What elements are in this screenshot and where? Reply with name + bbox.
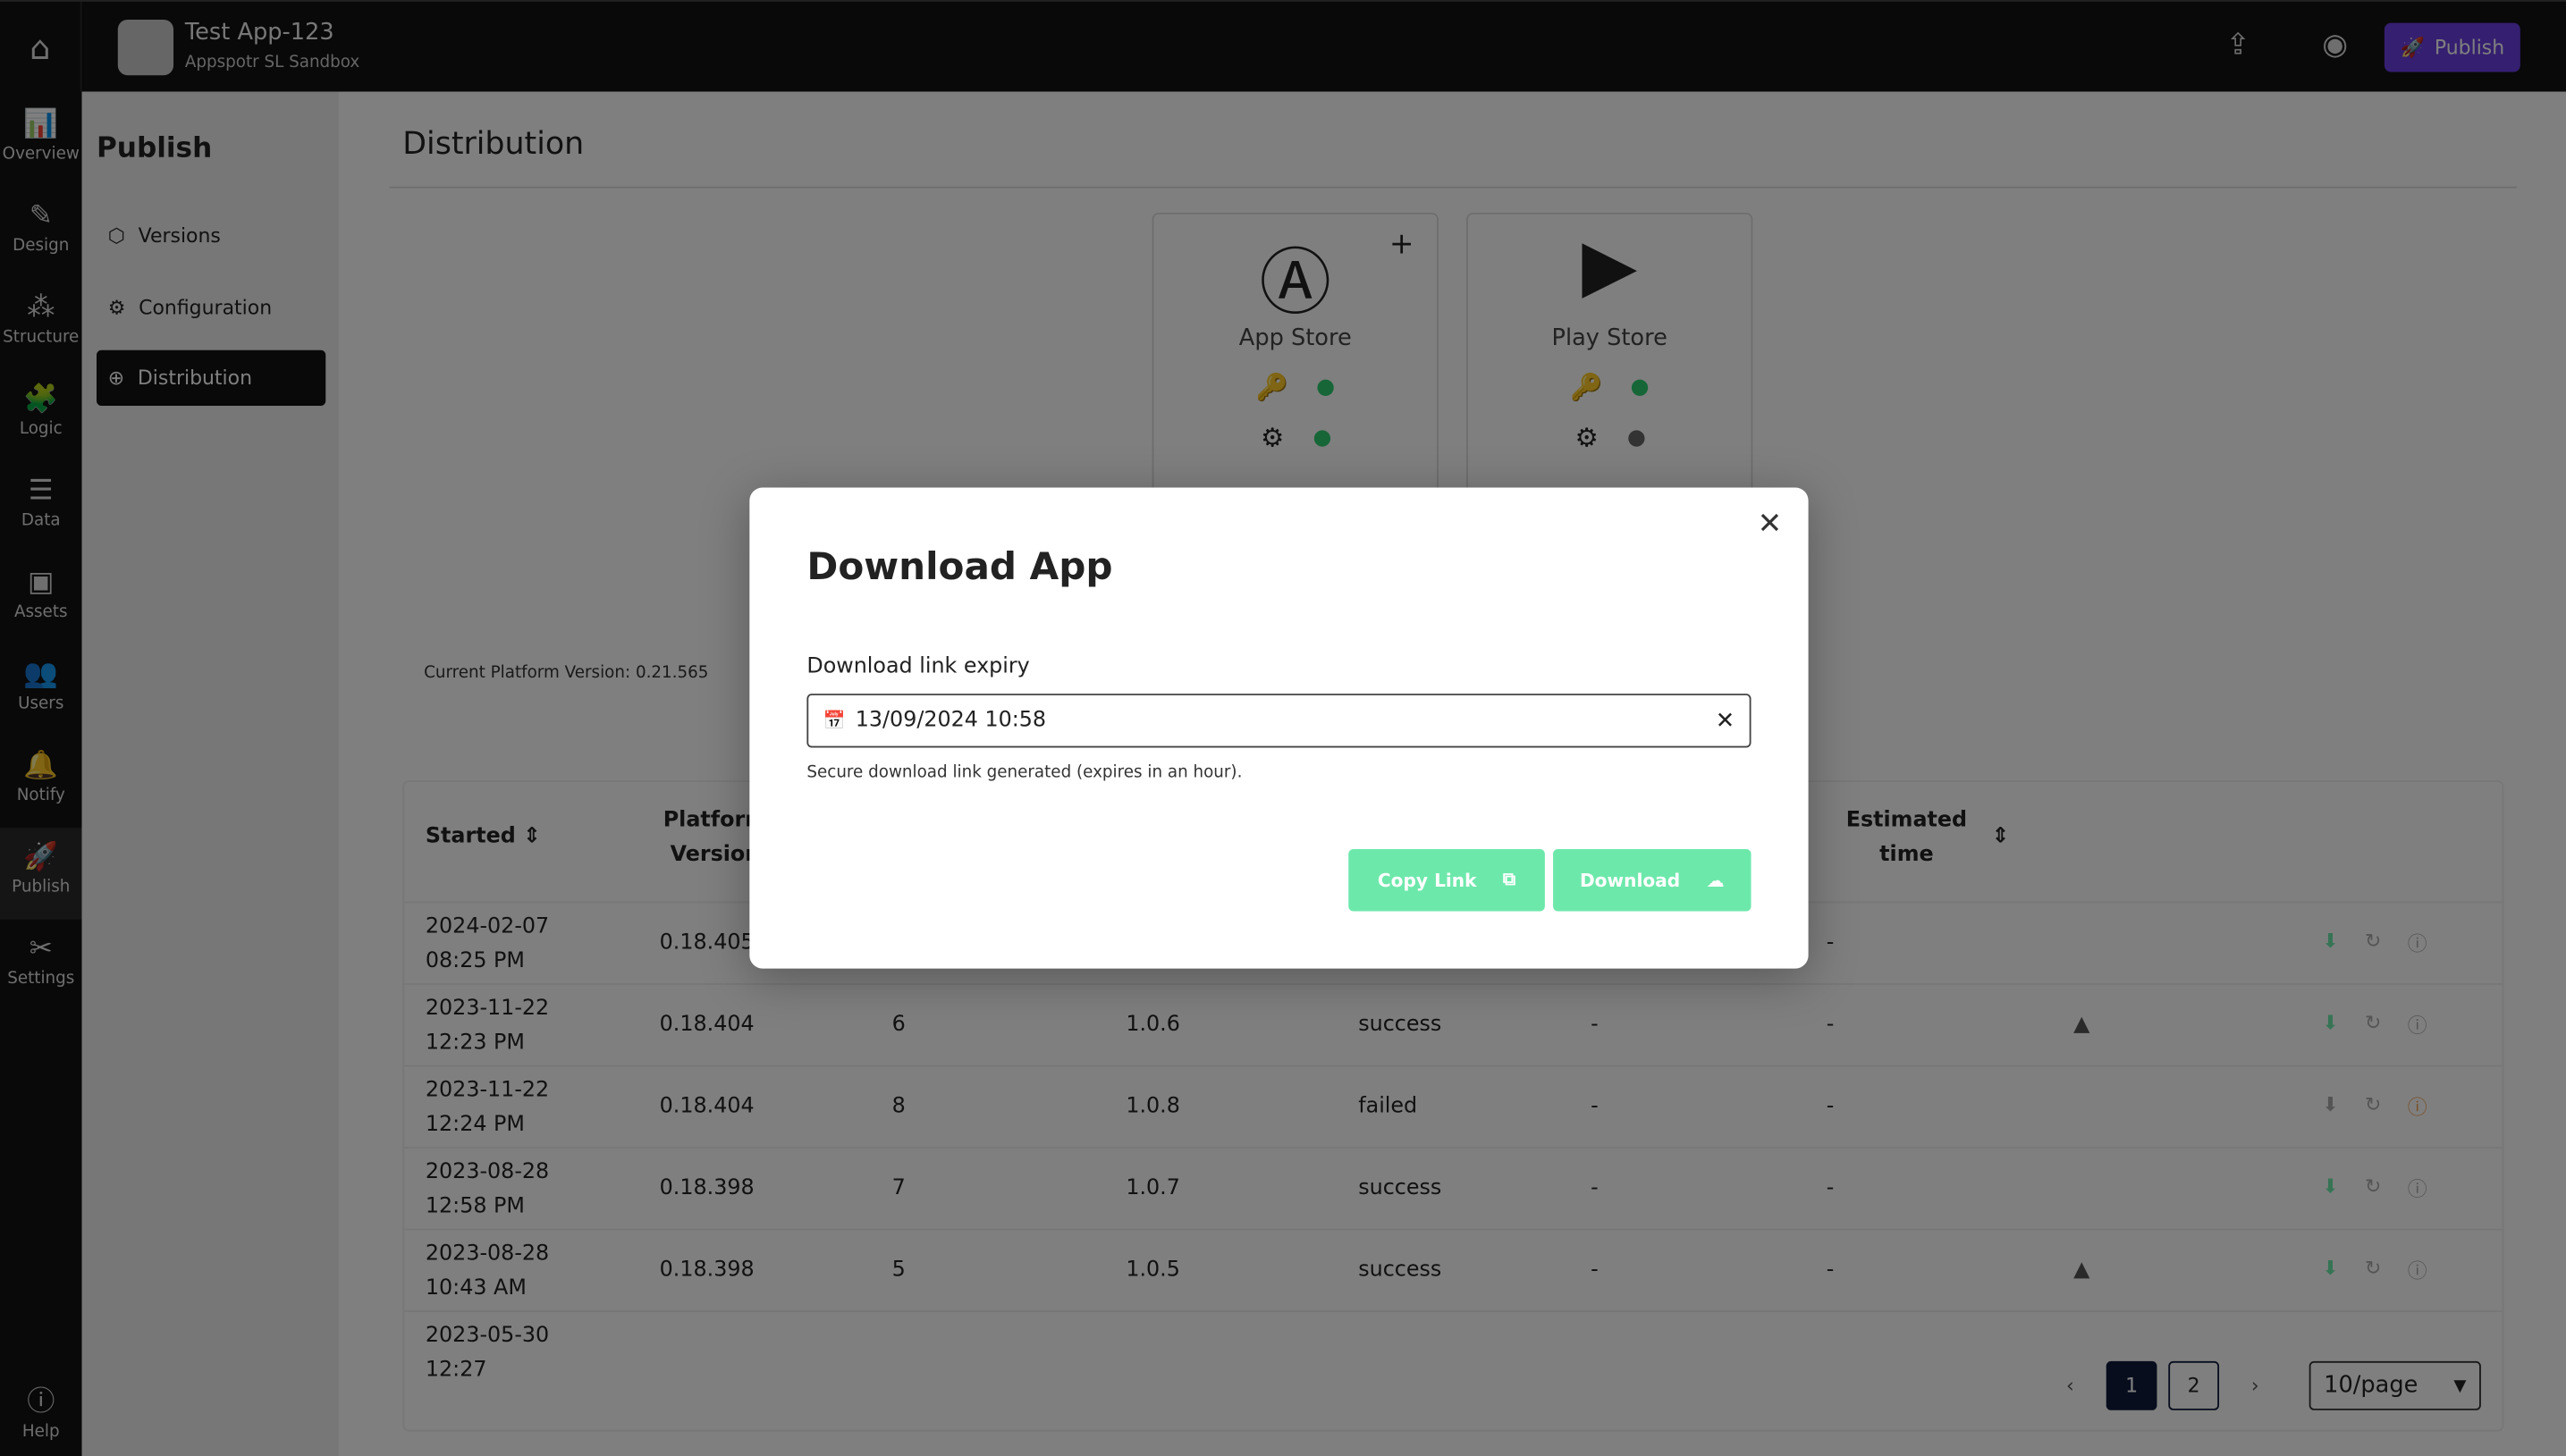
- expiry-label: Download link expiry: [806, 654, 1030, 679]
- cloud-download-icon: ☁: [1706, 869, 1725, 891]
- download-button[interactable]: Download ☁: [1553, 848, 1751, 912]
- calendar-icon: 📅: [823, 710, 846, 732]
- download-app-modal: Download App ✕ Download link expiry 📅 13…: [749, 487, 1809, 969]
- close-icon[interactable]: ✕: [1758, 507, 1783, 541]
- expiry-date-input[interactable]: 📅 13/09/2024 10:58 ✕: [806, 694, 1751, 748]
- link-hint: Secure download link generated (expires …: [806, 763, 1243, 782]
- expiry-date-value: 13/09/2024 10:58: [855, 708, 1047, 734]
- clear-icon[interactable]: ✕: [1716, 708, 1735, 734]
- copy-link-button[interactable]: Copy Link ⧉: [1348, 848, 1545, 912]
- modal-title: Download App: [806, 546, 1113, 589]
- copy-link-label: Copy Link: [1377, 869, 1477, 891]
- download-label: Download: [1579, 869, 1681, 891]
- copy-icon: ⧉: [1502, 868, 1516, 890]
